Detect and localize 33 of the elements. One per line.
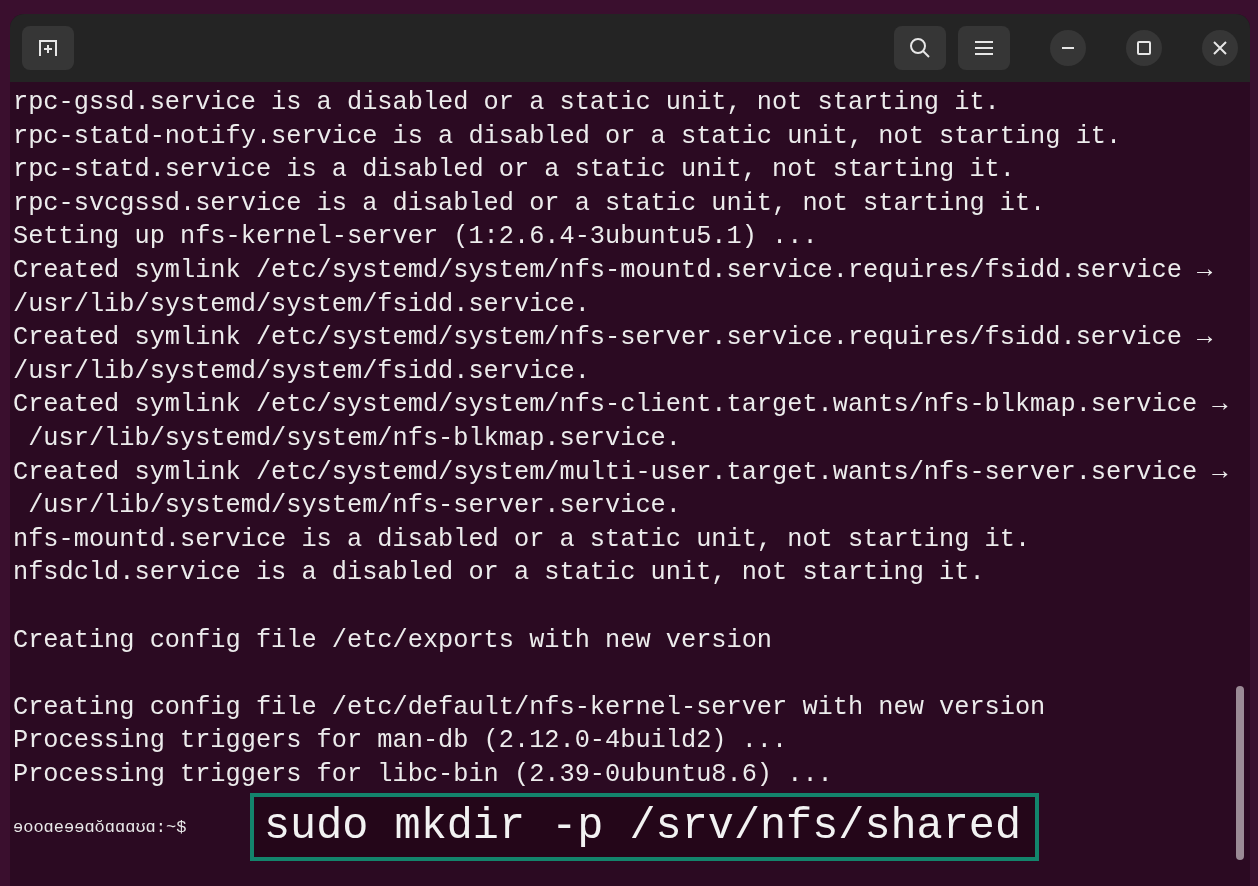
minimize-icon	[1062, 46, 1074, 50]
output-line: /usr/lib/systemd/system/fsidd.service.	[13, 288, 591, 321]
output-line: /usr/lib/systemd/system/fsidd.service.	[13, 355, 591, 388]
output-line: rpc-statd-notify.service is a disabled or a static unit, not starting it.	[13, 120, 1123, 153]
highlighted-command: sudo mkdir -p /srv/nfs/shared	[250, 793, 1040, 862]
output-line: nfs-mountd.service is a disabled or a static unit, not starting it.	[13, 523, 1032, 556]
scrollbar-thumb[interactable]	[1236, 686, 1244, 860]
maximize-icon	[1137, 41, 1151, 55]
output-line: Created symlink /etc/systemd/system/multi-user.target.wants/nfs-server.service →	[13, 456, 1229, 489]
output-line: Setting up nfs-kernel-server (1:2.6.4-3ubuntu5.1) ...	[13, 221, 819, 254]
menu-icon	[975, 41, 993, 55]
output-line: Processing triggers for libc-bin (2.39-0ubuntu8.6) ...	[13, 758, 834, 791]
output-line: Created symlink /etc/systemd/system/nfs-mountd.service.requires/fsidd.service →	[13, 254, 1214, 287]
search-icon	[909, 37, 931, 59]
close-icon	[1213, 41, 1227, 55]
output-line: rpc-gssd.service is a disabled or a static unit, not starting it.	[13, 87, 1001, 119]
output-line: rpc-statd.service is a disabled or a static unit, not starting it.	[13, 154, 1016, 187]
menu-button[interactable]	[958, 26, 1010, 70]
output-line: Creating config file /etc/exports with new version	[13, 624, 774, 657]
output-line: Creating config file /etc/default/nfs-kernel-server with new version	[13, 691, 1047, 724]
output-line: /usr/lib/systemd/system/nfs-blkmap.service.	[27, 422, 682, 455]
shell-prompt: ɘooɑeɘɘɑŏɑɑɑʊɑ:~$	[13, 817, 188, 837]
new-tab-button[interactable]	[22, 26, 74, 70]
output-line: /usr/lib/systemd/system/nfs-server.service.	[27, 490, 682, 523]
new-tab-icon	[37, 38, 59, 58]
output-line: Created symlink /etc/systemd/system/nfs-server.service.requires/fsidd.service →	[13, 322, 1214, 355]
search-button[interactable]	[894, 26, 946, 70]
output-line: rpc-svcgssd.service is a disabled or a static unit, not starting it.	[13, 187, 1047, 220]
maximize-button[interactable]	[1126, 30, 1162, 66]
close-button[interactable]	[1202, 30, 1238, 66]
output-line: Processing triggers for man-db (2.12.0-4build2) ...	[13, 725, 789, 758]
output-line: Created symlink /etc/systemd/system/nfs-client.target.wants/nfs-blkmap.service →	[13, 389, 1229, 422]
output-line: nfsdcld.service is a disabled or a static unit, not starting it.	[13, 557, 986, 590]
